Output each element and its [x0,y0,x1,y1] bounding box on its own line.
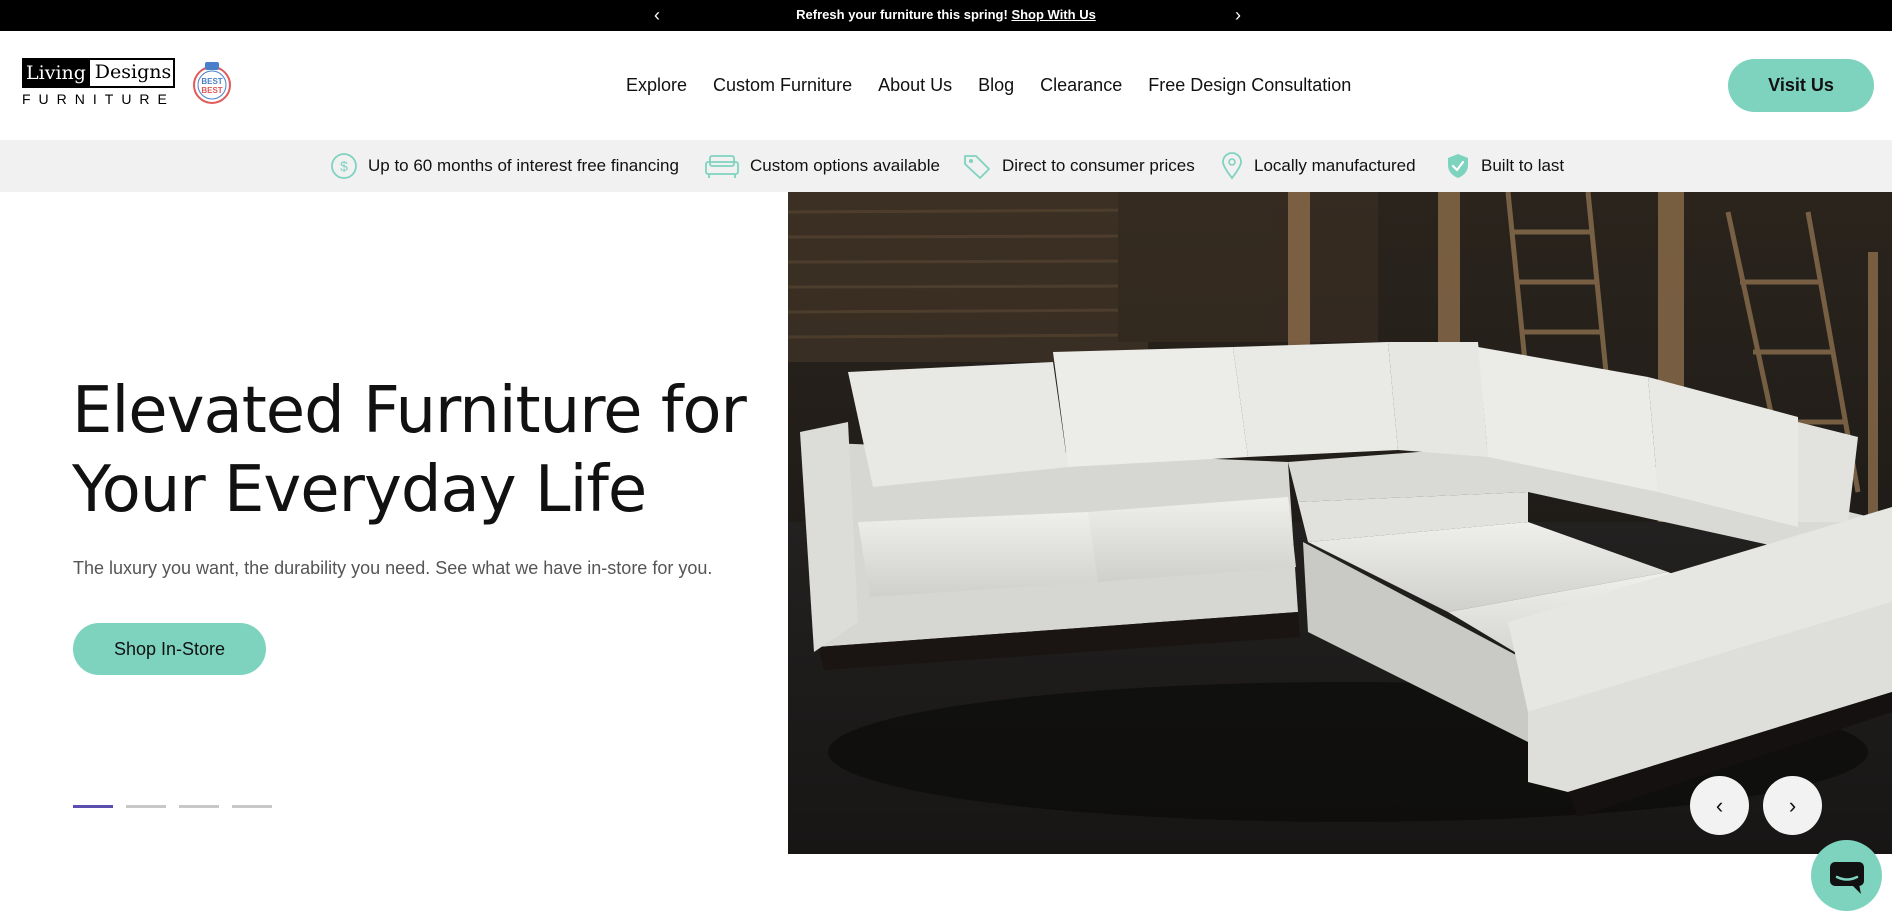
nav-free-design-consultation[interactable]: Free Design Consultation [1148,75,1351,96]
feature-built-to-last: Built to last [1445,140,1564,192]
logo-word-designs: Designs [94,61,172,83]
feature-label: Locally manufactured [1254,156,1416,175]
feature-direct-prices: Direct to consumer prices [962,140,1195,192]
logo[interactable]: Living Designs FURNITURE [22,58,175,108]
slide-dot-3[interactable] [179,805,219,808]
svg-text:$: $ [340,158,348,174]
logo-word-living: Living [22,58,90,88]
feature-custom-options: Custom options available [704,140,940,192]
sofa-photo [788,192,1892,854]
nav-clearance[interactable]: Clearance [1040,75,1122,96]
best-of-best-badge-icon: BEST BEST [193,62,231,104]
announcement-bar: ‹ Refresh your furniture this spring! Sh… [0,0,1892,31]
badge-line1: BEST [201,77,222,86]
slide-indicators [73,805,272,808]
slide-dot-2[interactable] [126,805,166,808]
feature-label: Up to 60 months of interest free financi… [368,156,679,175]
visit-us-button[interactable]: Visit Us [1728,59,1874,112]
badge-line2: BEST [201,86,222,95]
features-bar: $ Up to 60 months of interest free finan… [0,140,1892,192]
sofa-icon [705,155,739,178]
nav-about-us[interactable]: About Us [878,75,952,96]
logo-word-furniture: FURNITURE [22,91,175,107]
slide-dot-1[interactable] [73,805,113,808]
hero-title: Elevated Furniture for Your Everyday Lif… [72,372,752,530]
feature-label: Direct to consumer prices [1002,156,1195,175]
hero-prev-button[interactable]: ‹ [1690,776,1749,835]
tag-icon [964,155,990,179]
nav-custom-furniture[interactable]: Custom Furniture [713,75,852,96]
nav-blog[interactable]: Blog [978,75,1014,96]
site-header: Living Designs FURNITURE BEST BEST Explo… [0,31,1892,140]
announcement-message: Refresh your furniture this spring! Shop… [0,7,1892,22]
announcement-next-icon[interactable]: › [1226,3,1250,27]
shield-check-icon [1448,154,1468,178]
hero-image [788,192,1892,854]
feature-label: Built to last [1481,156,1565,175]
slide-dot-4[interactable] [232,805,272,808]
hero-subtitle: The luxury you want, the durability you … [73,558,713,578]
dollar-icon: $ [331,153,357,179]
feature-financing: $ Up to 60 months of interest free finan… [330,140,679,192]
chat-bubble-icon [1830,862,1864,894]
location-pin-icon [1222,152,1242,180]
hero-next-button[interactable]: › [1763,776,1822,835]
chat-button[interactable] [1811,840,1882,911]
feature-label: Custom options available [750,156,940,175]
announcement-text: Refresh your furniture this spring! [796,7,1008,22]
feature-locally-manufactured: Locally manufactured [1220,140,1416,192]
announcement-link[interactable]: Shop With Us [1011,7,1095,22]
hero-title-line2: Your Everyday Life [72,453,647,527]
main-nav: Explore Custom Furniture About Us Blog C… [626,75,1377,96]
shop-in-store-button[interactable]: Shop In-Store [73,623,266,675]
hero-title-line1: Elevated Furniture for [72,374,747,448]
hero-content: Elevated Furniture for Your Everyday Lif… [0,192,788,854]
nav-explore[interactable]: Explore [626,75,687,96]
